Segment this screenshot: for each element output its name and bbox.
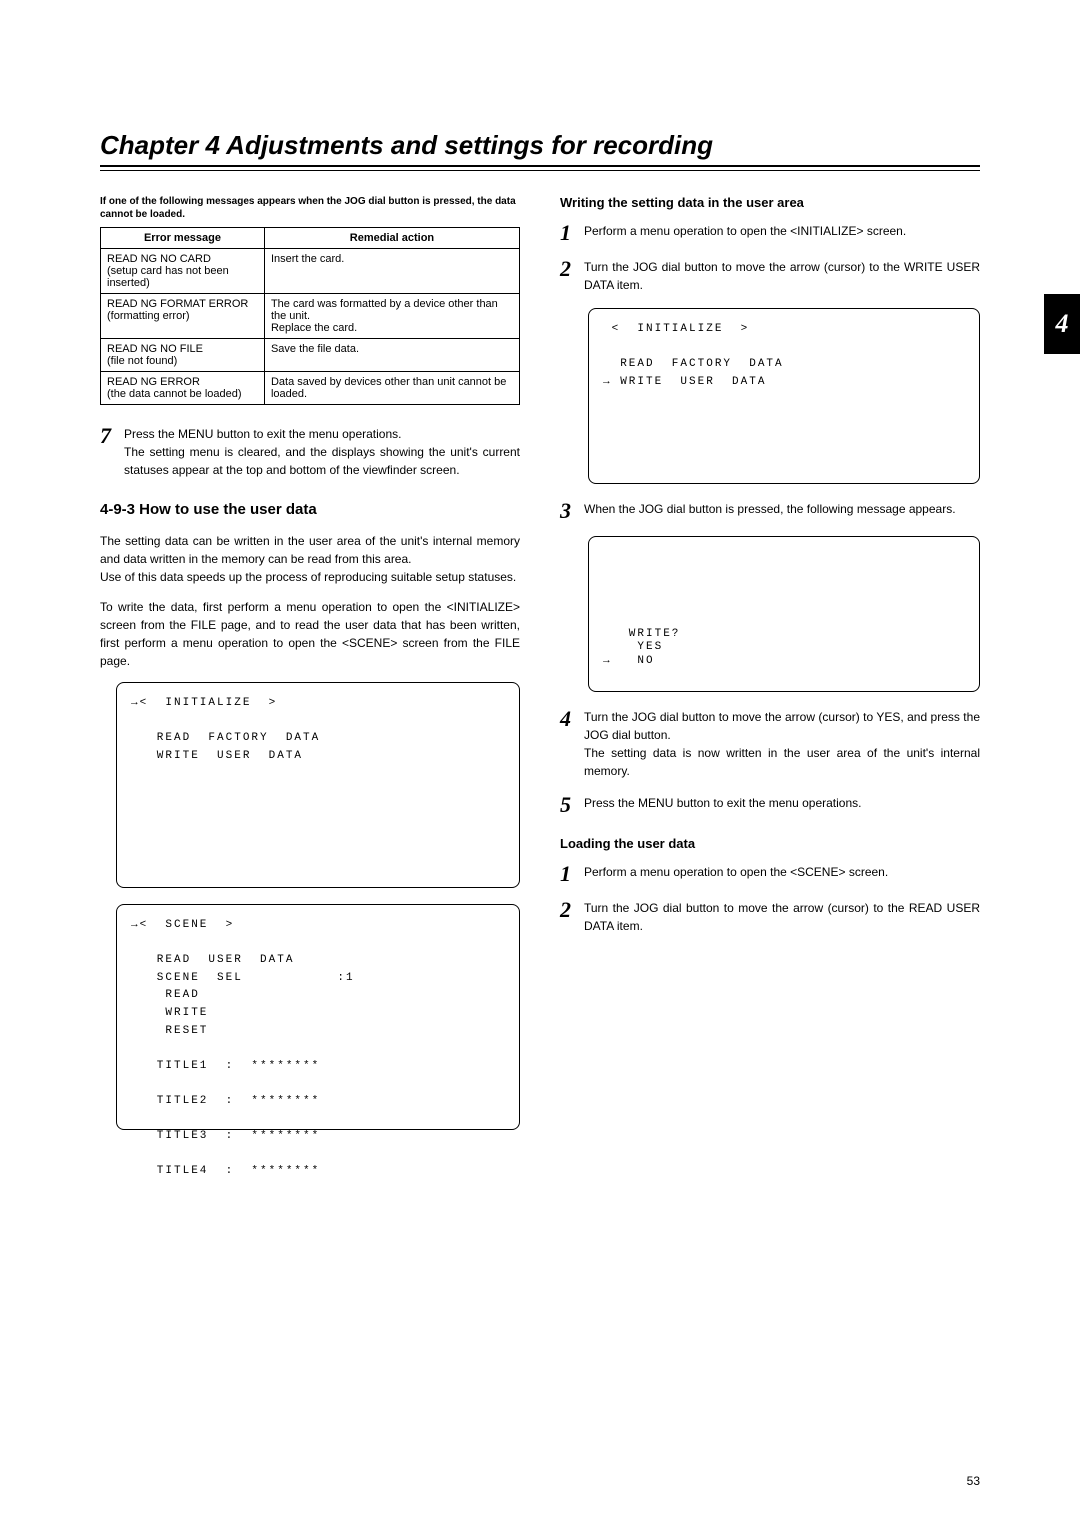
- scene-screen: →< SCENE > READ USER DATA SCENE SEL :1 R…: [116, 904, 520, 1130]
- step-number: 3: [560, 500, 576, 522]
- table-row: READ NG NO FILE (file not found)Save the…: [101, 339, 520, 372]
- page-number: 53: [967, 1474, 980, 1488]
- write-step-4: 4 Turn the JOG dial button to move the a…: [560, 708, 980, 780]
- table-cell: Data saved by devices other than unit ca…: [264, 372, 519, 405]
- step-number: 7: [100, 425, 116, 479]
- write-step-5: 5 Press the MENU button to exit the menu…: [560, 794, 980, 816]
- step-text: Press the MENU button to exit the menu o…: [124, 425, 520, 479]
- write-confirm-screen: WRITE? YES → NO: [588, 536, 980, 692]
- error-table: Error message Remedial action READ NG NO…: [100, 227, 520, 405]
- table-row: READ NG NO CARD (setup card has not been…: [101, 249, 520, 294]
- step-text: Turn the JOG dial button to move the arr…: [584, 708, 980, 780]
- write-step-3: 3 When the JOG dial button is pressed, t…: [560, 500, 980, 522]
- step-7: 7 Press the MENU button to exit the menu…: [100, 425, 520, 479]
- table-header-row: Error message Remedial action: [101, 228, 520, 249]
- body-paragraph: The setting data can be written in the u…: [100, 532, 520, 586]
- table-cell: Save the file data.: [264, 339, 519, 372]
- step-number: 2: [560, 899, 576, 935]
- table-header: Error message: [101, 228, 265, 249]
- left-column: If one of the following messages appears…: [100, 195, 520, 1146]
- step-text: Perform a menu operation to open the <SC…: [584, 863, 980, 885]
- table-cell: Insert the card.: [264, 249, 519, 294]
- step-number: 4: [560, 708, 576, 780]
- load-step-1: 1 Perform a menu operation to open the <…: [560, 863, 980, 885]
- step-text: When the JOG dial button is pressed, the…: [584, 500, 980, 522]
- table-header: Remedial action: [264, 228, 519, 249]
- step-number: 1: [560, 222, 576, 244]
- sub-heading-loading: Loading the user data: [560, 836, 980, 851]
- write-step-2: 2 Turn the JOG dial button to move the a…: [560, 258, 980, 294]
- title-rule: [100, 165, 980, 171]
- body-paragraph: To write the data, first perform a menu …: [100, 598, 520, 670]
- step-text: Perform a menu operation to open the <IN…: [584, 222, 980, 244]
- initialize-screen-cursor: < INITIALIZE > READ FACTORY DATA → WRITE…: [588, 308, 980, 484]
- sub-heading-writing: Writing the setting data in the user are…: [560, 195, 980, 210]
- step-text: Press the MENU button to exit the menu o…: [584, 794, 980, 816]
- initialize-screen: →< INITIALIZE > READ FACTORY DATA WRITE …: [116, 682, 520, 888]
- table-row: READ NG ERROR (the data cannot be loaded…: [101, 372, 520, 405]
- right-column: Writing the setting data in the user are…: [560, 195, 980, 1146]
- section-heading: 4-9-3 How to use the user data: [100, 501, 520, 518]
- table-cell: READ NG ERROR (the data cannot be loaded…: [101, 372, 265, 405]
- table-cell: READ NG NO CARD (setup card has not been…: [101, 249, 265, 294]
- step-text: Turn the JOG dial button to move the arr…: [584, 899, 980, 935]
- write-step-1: 1 Perform a menu operation to open the <…: [560, 222, 980, 244]
- table-cell: READ NG NO FILE (file not found): [101, 339, 265, 372]
- table-cell: READ NG FORMAT ERROR (formatting error): [101, 294, 265, 339]
- table-cell: The card was formatted by a device other…: [264, 294, 519, 339]
- step-text: Turn the JOG dial button to move the arr…: [584, 258, 980, 294]
- step-number: 1: [560, 863, 576, 885]
- step-number: 2: [560, 258, 576, 294]
- step-number: 5: [560, 794, 576, 816]
- chapter-title: Chapter 4 Adjustments and settings for r…: [100, 130, 980, 161]
- note-text: If one of the following messages appears…: [100, 195, 520, 221]
- load-step-2: 2 Turn the JOG dial button to move the a…: [560, 899, 980, 935]
- table-row: READ NG FORMAT ERROR (formatting error)T…: [101, 294, 520, 339]
